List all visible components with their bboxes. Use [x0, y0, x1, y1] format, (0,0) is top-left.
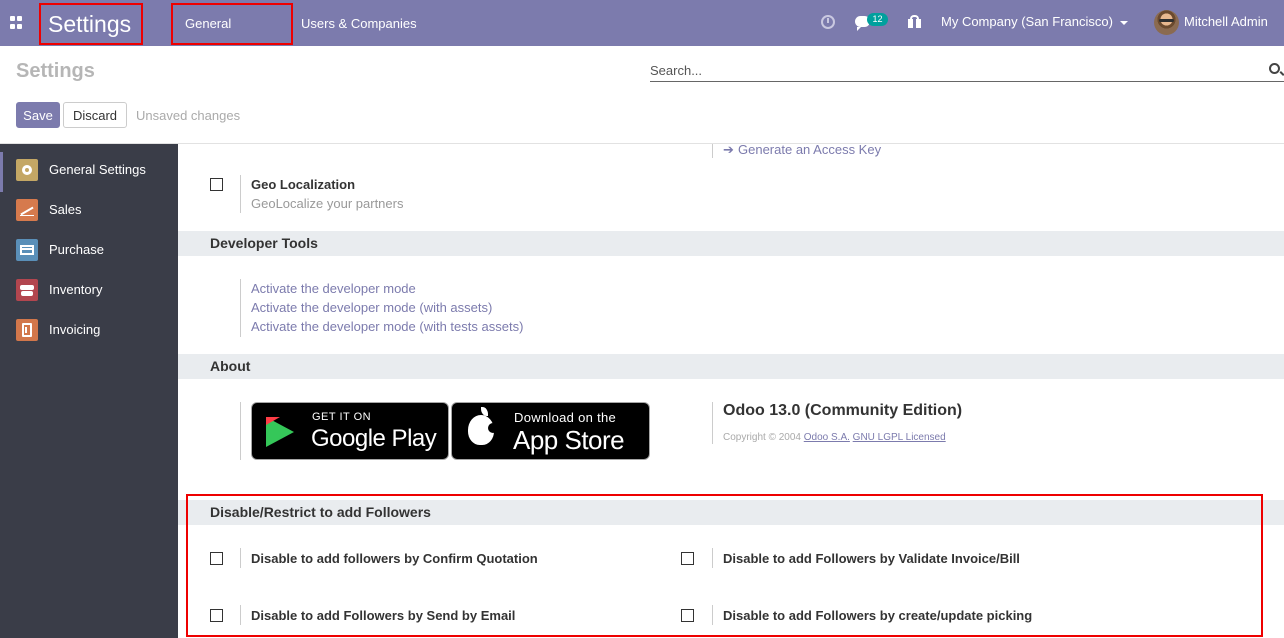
company-name: My Company (San Francisco) — [941, 14, 1113, 29]
geo-localization-title: Geo Localization — [251, 177, 356, 192]
google-play-big-text: Google Play — [311, 425, 437, 452]
geo-localization-description: GeoLocalize your partners — [251, 196, 404, 211]
link-label: Generate an Access Key — [738, 144, 882, 157]
divider — [712, 144, 713, 158]
sidebar-item-sales[interactable]: Sales — [0, 192, 178, 232]
settings-content: ➔ Generate an Access Key Geo Localization… — [178, 144, 1284, 638]
sidebar-item-inventory[interactable]: Inventory — [0, 272, 178, 312]
divider — [240, 175, 241, 213]
sidebar-item-label: General Settings — [49, 162, 146, 177]
highlight-box — [186, 494, 1263, 637]
company-switcher[interactable]: My Company (San Francisco) — [941, 0, 1128, 44]
divider — [240, 402, 241, 460]
chat-count-badge: 12 — [867, 13, 888, 26]
google-play-icon — [266, 417, 294, 447]
chart-icon — [16, 199, 38, 221]
save-button[interactable]: Save — [16, 102, 60, 128]
box-icon — [16, 279, 38, 301]
gear-icon — [16, 159, 38, 181]
unsaved-status: Unsaved changes — [136, 108, 241, 123]
menu-general-settings[interactable]: General Settings — [171, 3, 293, 69]
search-input[interactable] — [650, 60, 1250, 80]
sidebar-item-label: Invoicing — [49, 322, 101, 337]
sidebar-item-invoicing[interactable]: Invoicing — [0, 312, 178, 352]
user-avatar[interactable] — [1154, 10, 1179, 35]
search-icon[interactable] — [1269, 63, 1280, 74]
activity-clock-icon[interactable] — [821, 15, 835, 29]
copyright-prefix: Copyright © 2004 — [723, 432, 801, 443]
license-link[interactable]: GNU LGPL Licensed — [853, 432, 946, 443]
top-navbar: Settings General Settings Users & Compan… — [0, 0, 1284, 69]
control-panel: Settings Save Discard Unsaved changes — [0, 46, 1284, 144]
apps-menu-icon[interactable] — [10, 16, 23, 29]
sidebar-item-purchase[interactable]: Purchase — [0, 232, 178, 272]
activate-developer-mode-link[interactable]: Activate the developer mode — [251, 281, 416, 296]
sidebar-item-general-settings[interactable]: General Settings — [0, 152, 178, 192]
caret-down-icon — [1119, 20, 1128, 25]
generate-access-key-link[interactable]: ➔ Generate an Access Key — [723, 144, 881, 158]
user-name[interactable]: Mitchell Admin — [1184, 0, 1268, 44]
app-brand-title[interactable]: Settings — [39, 3, 143, 45]
app-store-big-text: App Store — [513, 425, 625, 455]
odoo-version: Odoo 13.0 (Community Edition) — [723, 402, 963, 419]
top-menu: General Settings Users & Companies — [171, 3, 427, 69]
card-icon — [16, 239, 38, 261]
gift-icon[interactable] — [908, 15, 921, 28]
activate-developer-mode-assets-link[interactable]: Activate the developer mode (with assets… — [251, 300, 492, 315]
divider — [712, 402, 713, 444]
divider — [240, 279, 241, 337]
sidebar-item-label: Purchase — [49, 242, 104, 257]
google-play-small-text: GET IT ON — [312, 411, 372, 423]
sidebar-item-label: Inventory — [49, 282, 103, 297]
apple-icon — [468, 407, 498, 445]
arrow-right-icon: ➔ — [723, 144, 734, 157]
search-box — [650, 60, 1284, 82]
sidebar-item-label: Sales — [49, 202, 82, 217]
discard-button[interactable]: Discard — [63, 102, 127, 128]
about-header: About — [178, 354, 1284, 379]
menu-users-companies[interactable]: Users & Companies — [293, 3, 427, 45]
copyright-text: Copyright © 2004 Odoo S.A. GNU LGPL Lice… — [723, 432, 946, 443]
activate-developer-mode-tests-link[interactable]: Activate the developer mode (with tests … — [251, 319, 523, 334]
odoo-sa-link[interactable]: Odoo S.A. — [804, 432, 850, 443]
google-play-badge[interactable]: GET IT ON Google Play — [251, 402, 449, 460]
settings-sidebar: General Settings Sales Purchase Inventor… — [0, 144, 178, 638]
geo-localization-checkbox[interactable] — [210, 178, 223, 191]
app-store-small-text: Download on the — [514, 410, 617, 425]
app-store-badge[interactable]: Download on the App Store — [451, 402, 650, 460]
developer-tools-header: Developer Tools — [178, 231, 1284, 256]
page-title: Settings — [16, 60, 95, 82]
invoice-icon — [16, 319, 38, 341]
